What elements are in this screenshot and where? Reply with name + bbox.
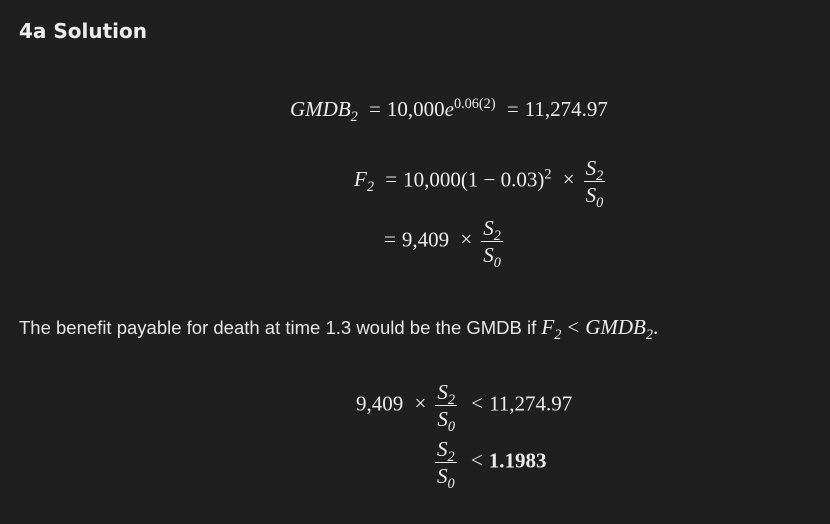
s2-over-s0-fraction: S2 S0 — [583, 156, 606, 212]
less-than-sign: < — [567, 315, 580, 339]
inequality-coefficient: 9,409 — [356, 391, 404, 416]
inequality-result: 1.1983 — [488, 448, 547, 473]
times-sign: × — [562, 167, 575, 192]
f2-lhs: F2 — [354, 167, 374, 196]
inequality-line1: 9,409 × S2 S0 <11,274.97 — [356, 380, 573, 436]
equals-sign: = — [384, 227, 396, 252]
f2-coefficient: 9,409 — [401, 227, 450, 252]
inequality-rhs: 11,274.97 — [489, 391, 573, 416]
section-heading: 4a Solution — [19, 19, 148, 43]
gmdb-lhs: GMDB2 — [290, 97, 358, 125]
equals-sign: = — [369, 97, 381, 121]
s2-over-s0-fraction: S2 S0 — [435, 437, 457, 493]
s2-over-s0-fraction: S2 S0 — [481, 216, 503, 272]
less-than-sign: < — [471, 391, 484, 416]
times-sign: × — [414, 391, 427, 416]
exponent: 2 — [544, 166, 552, 183]
exponent: 0.06(2) — [453, 96, 496, 113]
less-than-sign: < — [470, 448, 483, 473]
period: . — [653, 315, 659, 339]
exp-base: e — [444, 97, 454, 121]
f2-equation-line2: = 9,409 × S2 S0 — [384, 216, 506, 272]
f2-equation-line1: F2 = 10,000(1 − 0.03)2 × S2 S0 — [354, 156, 608, 212]
paragraph-f2: F2 — [541, 315, 562, 343]
gmdb-result: 11,274.97 — [524, 97, 608, 121]
gmdb-equation: GMDB2 = 10,000e0.06(2) = 11,274.97 — [290, 96, 608, 125]
s2-over-s0-fraction: S2 S0 — [435, 380, 457, 436]
times-sign: × — [460, 227, 473, 252]
inequality-line2: S2 S0 <1.1983 — [435, 437, 547, 493]
equals-sign: = — [385, 167, 398, 192]
f2-expression: 10,000(1 − 0.03) — [403, 167, 545, 192]
equals-sign: = — [506, 97, 519, 121]
gmdb-coefficient: 10,000 — [386, 97, 445, 121]
paragraph-gmdb: GMDB2 — [585, 315, 654, 343]
explanation-paragraph: The benefit payable for death at time 1.… — [19, 315, 659, 343]
paragraph-text: The benefit payable for death at time 1.… — [19, 317, 542, 338]
